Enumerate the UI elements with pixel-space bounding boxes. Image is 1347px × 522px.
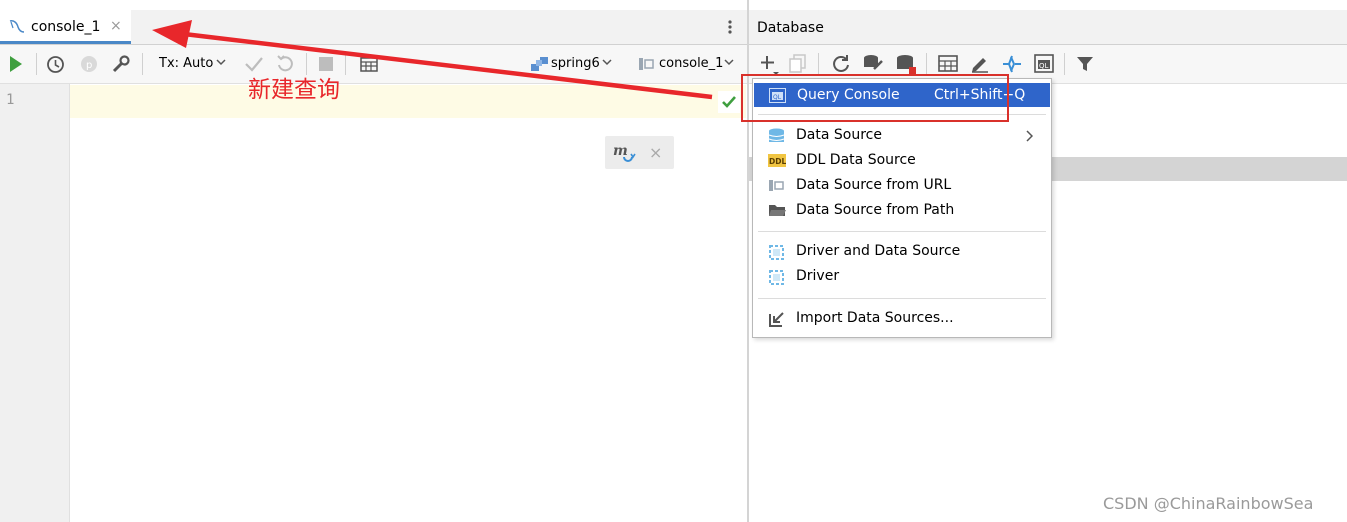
jump-to-source-icon[interactable] (1001, 53, 1023, 75)
menu-item-data-source-from-path[interactable]: Data Source from Path (753, 198, 1051, 223)
load-refresh-icon[interactable]: m (613, 142, 637, 164)
submenu-chevron-right-icon (1025, 130, 1033, 142)
settings-wrench-icon[interactable] (111, 54, 131, 74)
run-icon[interactable] (8, 55, 24, 73)
line-number: 1 (6, 92, 15, 108)
menu-item-label: Data Source from Path (796, 202, 955, 218)
duplicate-icon[interactable] (789, 54, 807, 73)
watermark: CSDN @ChinaRainbowSea (1103, 494, 1314, 513)
session-chevron-down-icon[interactable] (723, 57, 735, 67)
datasource-properties-icon[interactable] (895, 53, 917, 75)
popup-close-icon[interactable]: × (649, 143, 662, 162)
query-console-toolbar-icon[interactable]: QL (1034, 54, 1054, 73)
menu-item-driver-and-data-source[interactable]: Driver and Data Source (753, 239, 1051, 264)
annotation-arrow (152, 20, 713, 100)
refresh-icon[interactable] (831, 54, 851, 74)
svg-text:m: m (613, 143, 628, 159)
database-title: Database (757, 20, 824, 36)
line-gutter: 1 (0, 84, 70, 522)
menu-item-data-source-from-url[interactable]: Data Source from URL (753, 173, 1051, 198)
svg-text:p: p (86, 60, 92, 71)
folder-icon (768, 203, 786, 218)
svg-text:QL: QL (1039, 62, 1049, 70)
menu-item-label: Data Source from URL (796, 177, 952, 193)
menu-item-label: Driver and Data Source (796, 243, 961, 259)
menu-item-label: Driver (796, 268, 840, 284)
database-header: Database (749, 10, 1347, 45)
menu-item-label: DDL Data Source (796, 152, 916, 168)
svg-text:DDL: DDL (769, 157, 786, 166)
tab-console-1[interactable]: console_1 × (0, 10, 131, 44)
menu-item-data-source[interactable]: Data Source (753, 123, 1051, 148)
schema-sync-icon[interactable] (862, 53, 884, 75)
driver-ds-icon (768, 244, 785, 260)
import-icon (768, 311, 785, 327)
parameters-icon[interactable]: p (80, 55, 98, 73)
menu-item-driver[interactable]: Driver (753, 264, 1051, 289)
edit-pencil-icon[interactable] (970, 53, 990, 73)
mysql-console-icon (8, 18, 26, 34)
driver-icon (768, 269, 785, 285)
add-icon[interactable] (759, 54, 781, 76)
refresh-popup: m × (605, 136, 674, 169)
ddl-icon: DDL (768, 153, 786, 168)
filter-icon[interactable] (1076, 55, 1094, 73)
menu-item-ddl-data-source[interactable]: DDL DDL Data Source (753, 148, 1051, 173)
history-icon[interactable] (46, 55, 65, 74)
menu-item-label: Data Source (796, 127, 882, 143)
tab-label: console_1 (31, 19, 101, 35)
more-options-icon[interactable] (722, 18, 738, 36)
data-source-icon (768, 128, 785, 143)
tab-close-icon[interactable]: × (110, 18, 122, 34)
url-icon (768, 178, 785, 193)
menu-item-label: Import Data Sources... (796, 310, 954, 326)
highlight-box (741, 74, 1009, 122)
check-ok-icon (718, 91, 740, 113)
table-editor-icon[interactable] (938, 55, 958, 72)
menu-item-import-data-sources[interactable]: Import Data Sources... (753, 306, 1051, 331)
